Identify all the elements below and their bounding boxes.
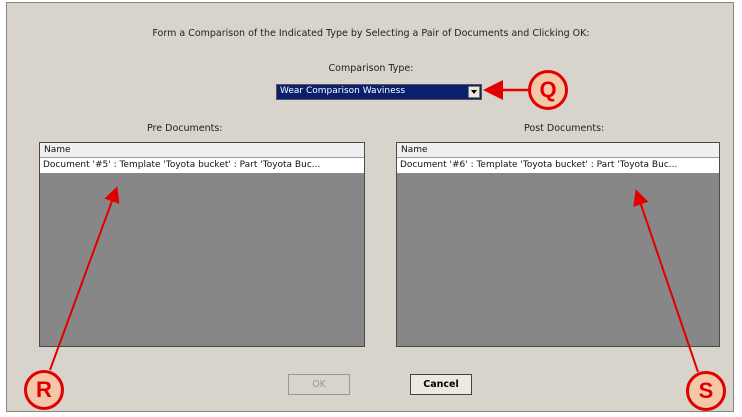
arrow-s bbox=[633, 189, 699, 373]
arrow-r bbox=[49, 186, 120, 371]
callout-r-badge: R bbox=[24, 370, 64, 410]
callout-s-badge: S bbox=[686, 371, 726, 411]
callout-q-badge: Q bbox=[528, 70, 568, 110]
callout-arrows bbox=[49, 80, 699, 373]
